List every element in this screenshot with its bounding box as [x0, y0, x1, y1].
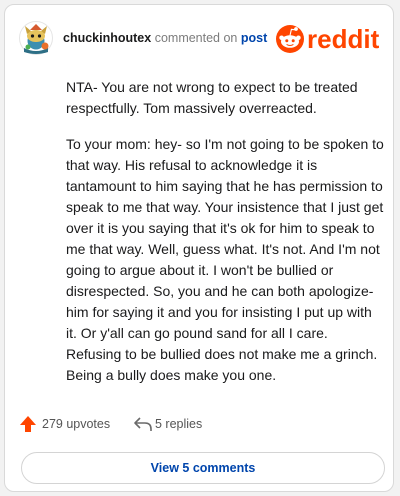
upvote-count: 279 upvotes	[42, 417, 111, 431]
avatar[interactable]	[19, 21, 53, 55]
post-link[interactable]: post	[241, 31, 267, 45]
action-text: commented on	[154, 31, 238, 45]
comment-paragraph: To your mom: hey- so I'm not going to be…	[66, 136, 384, 383]
comment-meta: chuckinhoutex commented on post	[63, 31, 267, 45]
username-link[interactable]: chuckinhoutex	[63, 31, 151, 45]
view-comments-button[interactable]: View 5 comments	[21, 452, 385, 484]
comment-card: chuckinhoutex commented on post reddit N…	[4, 4, 394, 492]
reply-count[interactable]: 5 replies	[155, 417, 202, 431]
reply-arrow-icon[interactable]	[133, 416, 153, 432]
comment-header: chuckinhoutex commented on post reddit	[19, 19, 383, 59]
upvote-arrow-icon[interactable]	[19, 415, 37, 433]
comment-body: NTA- You are not wrong to expect to be t…	[66, 77, 384, 401]
reddit-wordmark: reddit	[307, 24, 380, 54]
comment-paragraph: NTA- You are not wrong to expect to be t…	[66, 79, 358, 116]
reddit-logo[interactable]: reddit	[275, 21, 383, 57]
snoo-icon	[276, 25, 304, 53]
